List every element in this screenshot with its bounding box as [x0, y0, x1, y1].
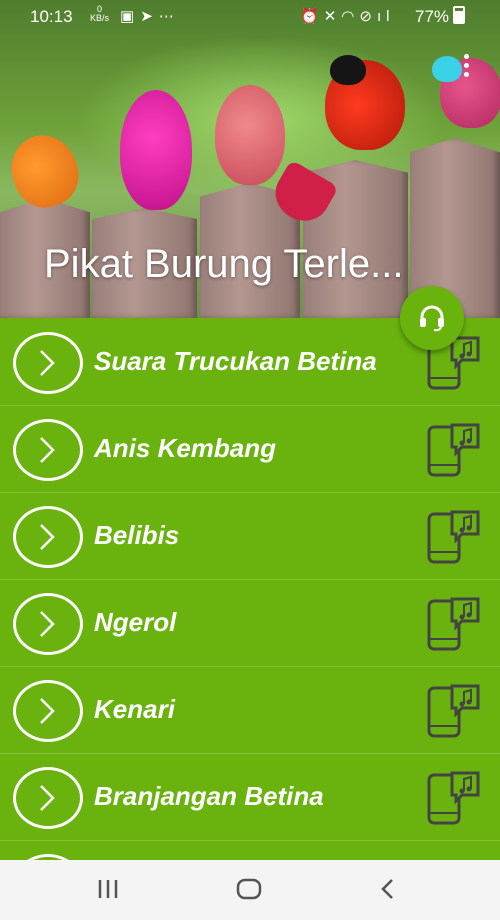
chevron-right-icon: [40, 611, 55, 637]
bird-head-blue: [432, 56, 462, 82]
more-options-icon[interactable]: [464, 54, 470, 78]
list-item[interactable]: Kenari: [0, 666, 500, 754]
signal-icon: ıl: [376, 8, 395, 25]
alarm-icon: ⏰: [300, 8, 324, 25]
chevron-right-icon: [40, 437, 55, 463]
chevron-right-icon: [40, 524, 55, 550]
phone-music-icon[interactable]: [426, 419, 482, 479]
back-icon[interactable]: [378, 878, 398, 900]
network-speed: 0 KB/s: [90, 5, 109, 23]
list-item-label: Branjangan Betina: [94, 781, 324, 811]
dnd-icon: ⊘: [359, 8, 377, 25]
play-button[interactable]: [13, 419, 83, 481]
list-item-label: Anis Kembang: [94, 433, 277, 463]
image-icon: ▣: [120, 8, 141, 25]
battery-indicator: 77%: [415, 6, 466, 27]
recent-apps-icon[interactable]: [96, 878, 120, 900]
list-item[interactable]: Belibis: [0, 492, 500, 580]
page-title: Pikat Burung Terle...: [44, 242, 404, 286]
header-banner: 10:13 0 KB/s ▣➤⋯ ⏰✕◠⊘ıl 77% Pikat Burung…: [0, 0, 500, 318]
system-icons: ⏰✕◠⊘ıl: [300, 7, 394, 25]
wifi-icon: ◠: [341, 8, 360, 25]
bird-red-cardinal: [215, 85, 285, 185]
chevron-right-icon: [40, 698, 55, 724]
headset-icon: [420, 305, 444, 332]
list-item-label: Belibis: [94, 520, 180, 550]
list-item-label: Ngerol: [94, 607, 177, 637]
bird-head-black: [330, 55, 366, 85]
play-button[interactable]: [13, 332, 83, 394]
mute-icon: ✕: [323, 8, 342, 25]
sound-list: Suara Trucukan Betina Anis Kembang Belib…: [0, 318, 500, 860]
play-button[interactable]: [13, 767, 83, 829]
chevron-right-icon: [40, 785, 55, 811]
phone-music-icon[interactable]: [426, 680, 482, 740]
battery-percent: 77%: [415, 7, 450, 26]
bird-pink-cardinal: [120, 90, 192, 210]
play-button[interactable]: [13, 680, 83, 742]
network-speed-unit: KB/s: [90, 13, 110, 23]
system-nav-bar: [0, 860, 500, 920]
phone-music-icon[interactable]: [426, 593, 482, 653]
list-item[interactable]: Branjangan Betina: [0, 753, 500, 841]
battery-icon: [453, 6, 466, 24]
play-button[interactable]: [13, 593, 83, 655]
notification-icons: ▣➤⋯: [120, 7, 180, 25]
chevron-right-icon: [40, 350, 55, 376]
list-item-label: Kenari: [94, 694, 175, 724]
list-item[interactable]: Anis Kembang: [0, 405, 500, 493]
list-item-label: Suara Trucukan Betina: [94, 346, 377, 376]
status-bar: 10:13 0 KB/s ▣➤⋯ ⏰✕◠⊘ıl 77%: [0, 0, 500, 32]
telegram-icon: ➤: [140, 8, 159, 25]
list-item-partial[interactable]: [0, 840, 500, 860]
more-notifications-icon: ⋯: [158, 8, 180, 25]
phone-music-icon[interactable]: [426, 506, 482, 566]
headset-button[interactable]: [400, 286, 464, 350]
status-time: 10:13: [30, 7, 73, 26]
bird-orange: [1, 126, 88, 216]
home-icon[interactable]: [236, 878, 262, 900]
phone-music-icon[interactable]: [426, 767, 482, 827]
play-button[interactable]: [13, 506, 83, 568]
list-item[interactable]: Ngerol: [0, 579, 500, 667]
